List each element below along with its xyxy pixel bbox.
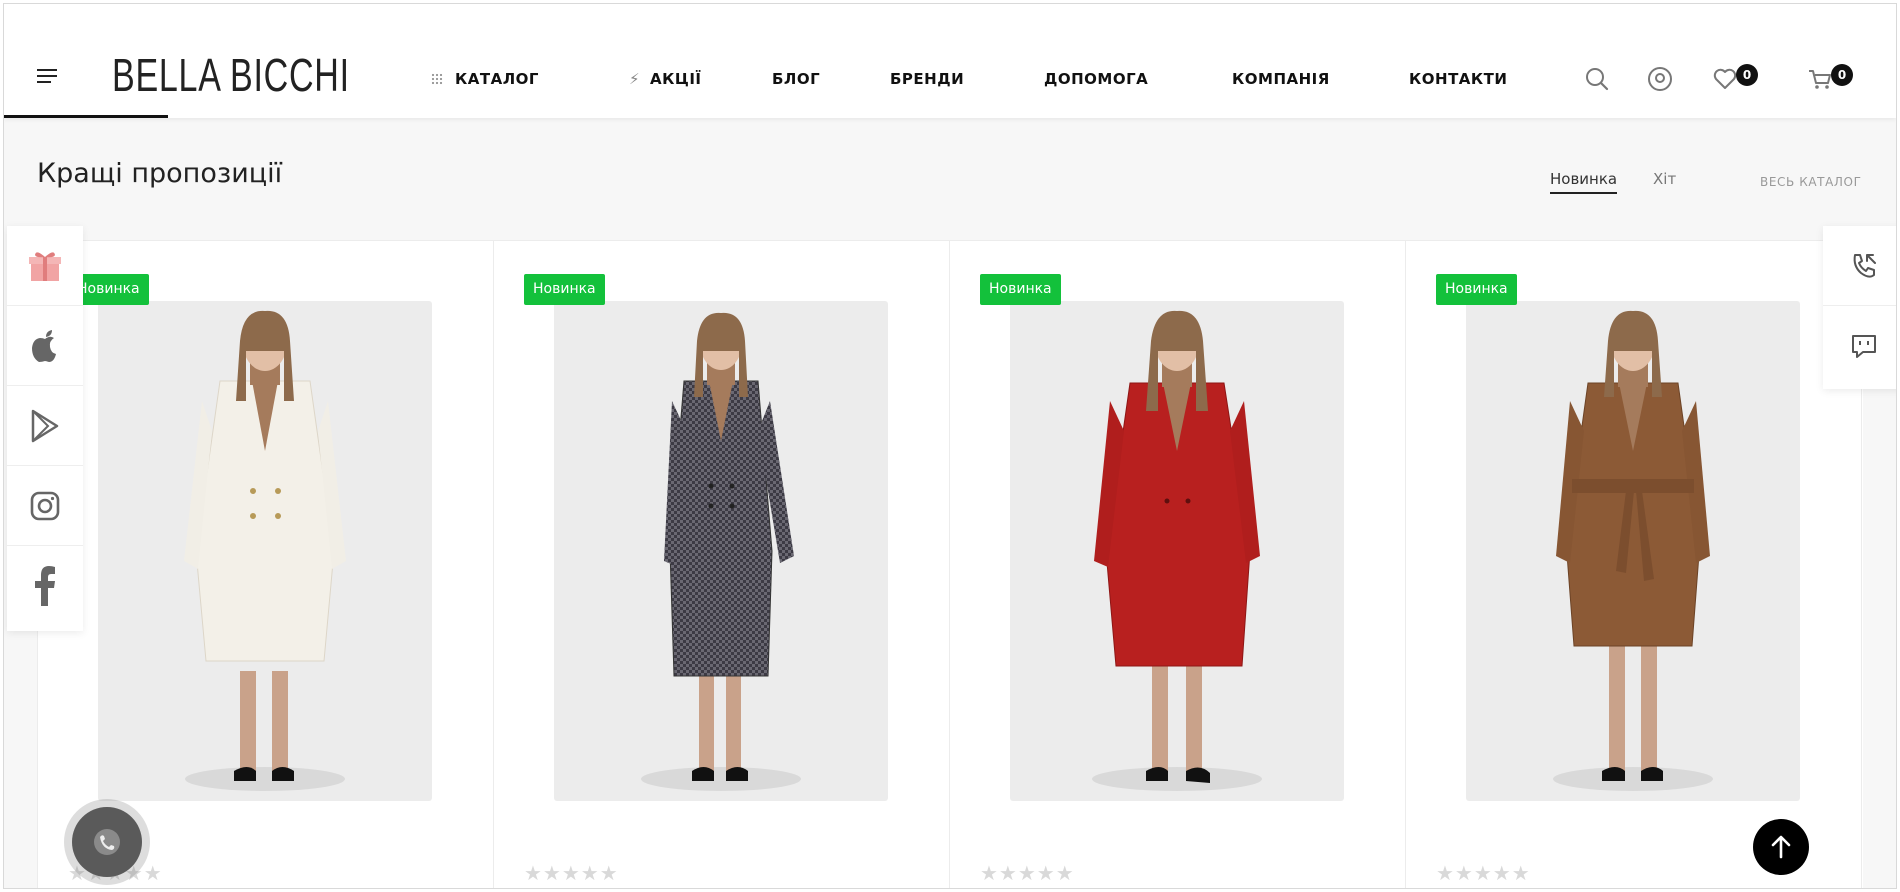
nav-blog[interactable]: БЛОГ (772, 70, 820, 90)
new-badge: Новинка (524, 274, 605, 305)
product-image[interactable] (554, 301, 888, 801)
phone-chat-icon (72, 807, 142, 877)
apple-icon[interactable] (7, 306, 83, 386)
menu-burger-icon[interactable] (37, 69, 57, 83)
section-title: Кращі пропозиції (37, 158, 283, 189)
instagram-icon[interactable] (7, 466, 83, 546)
google-play-icon[interactable] (7, 386, 83, 466)
user-account-icon[interactable] (1647, 66, 1673, 92)
product-card[interactable]: Новинка ★★★★★ (494, 241, 950, 888)
model-white-coat-image (184, 310, 346, 791)
grid-dots-icon (431, 73, 443, 85)
rating-stars[interactable]: ★★★★★ (524, 861, 619, 885)
site-logo[interactable]: BELLA BICCHI (112, 52, 350, 98)
callback-phone-icon[interactable] (1823, 226, 1896, 306)
nav-brands[interactable]: БРЕНДИ (890, 70, 964, 90)
arrow-up-icon (1771, 835, 1791, 859)
nav-catalog-label: КАТАЛОГ (455, 70, 539, 88)
search-icon[interactable] (1584, 66, 1610, 92)
cart-icon[interactable]: 0 (1807, 64, 1853, 92)
all-catalog-link[interactable]: ВЕСЬ КАТАЛОГ (1760, 175, 1862, 189)
nav-contacts[interactable]: КОНТАКТИ (1409, 70, 1507, 90)
scroll-to-top-button[interactable] (1753, 819, 1809, 875)
product-image[interactable] (1466, 301, 1800, 801)
product-card[interactable]: Новинка ★★★★★ (1406, 241, 1862, 888)
header-active-underline (4, 115, 168, 118)
new-badge: Новинка (1436, 274, 1517, 305)
page-frame: BELLA BICCHI КАТАЛОГ ⚡ АКЦІЇ БЛОГ БРЕНДИ … (3, 3, 1897, 889)
new-badge: Новинка (980, 274, 1061, 305)
nav-catalog[interactable]: КАТАЛОГ (431, 70, 539, 90)
nav-company[interactable]: КОМПАНІЯ (1232, 70, 1330, 90)
product-image[interactable] (98, 301, 432, 801)
product-grid: Новинка ★★★★★ Новин (37, 240, 1863, 888)
model-red-coat-image (1092, 310, 1262, 791)
tab-hit[interactable]: Хіт (1653, 170, 1676, 188)
product-image[interactable] (1010, 301, 1344, 801)
cart-count-badge: 0 (1831, 64, 1853, 86)
lightning-icon: ⚡ (629, 70, 641, 88)
nav-help[interactable]: ДОПОМОГА (1044, 70, 1148, 90)
right-contact-panel (1823, 226, 1896, 389)
nav-sales-label: АКЦІЇ (650, 70, 702, 88)
chat-message-icon[interactable] (1823, 306, 1896, 386)
rating-stars[interactable]: ★★★★★ (1436, 861, 1531, 885)
nav-sales[interactable]: ⚡ АКЦІЇ (629, 70, 702, 90)
product-card[interactable]: Новинка ★★★★★ (950, 241, 1406, 888)
tab-new[interactable]: Новинка (1550, 170, 1618, 194)
model-camel-coat-image (1553, 310, 1713, 791)
wishlist-heart-icon[interactable]: 0 (1712, 64, 1758, 92)
site-header: BELLA BICCHI КАТАЛОГ ⚡ АКЦІЇ БЛОГ БРЕНДИ … (4, 4, 1896, 118)
rating-stars[interactable]: ★★★★★ (980, 861, 1075, 885)
model-houndstooth-coat-image (641, 312, 801, 791)
product-card[interactable]: Новинка ★★★★★ (38, 241, 494, 888)
gift-icon[interactable] (7, 226, 83, 306)
social-panel (7, 226, 83, 631)
wishlist-count-badge: 0 (1736, 64, 1758, 86)
floating-chat-button[interactable] (64, 799, 150, 885)
facebook-icon[interactable] (7, 546, 83, 626)
